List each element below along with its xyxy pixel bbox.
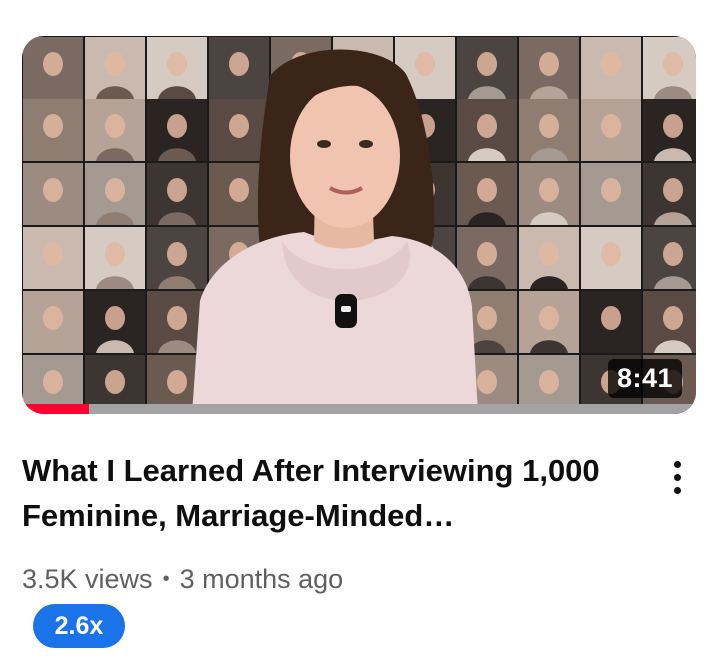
watch-progress-fill [22,404,90,414]
video-metadata: 3.5K views • 3 months ago [22,564,343,595]
video-thumbnail[interactable]: 8:41 [22,36,696,414]
performance-badge: 2.6x [33,604,125,648]
watch-progress-bar [22,404,696,414]
meta-separator: • [162,568,170,590]
duration-badge: 8:41 [607,359,682,398]
more-vert-icon[interactable] [654,452,700,502]
video-title[interactable]: What I Learned After Interviewing 1,000 … [22,448,622,538]
upload-age: 3 months ago [179,564,344,594]
view-count: 3.5K views [22,564,153,594]
presenter-image [192,49,478,414]
video-card[interactable]: 8:41 What I Learned After Interviewing 1… [0,0,712,670]
